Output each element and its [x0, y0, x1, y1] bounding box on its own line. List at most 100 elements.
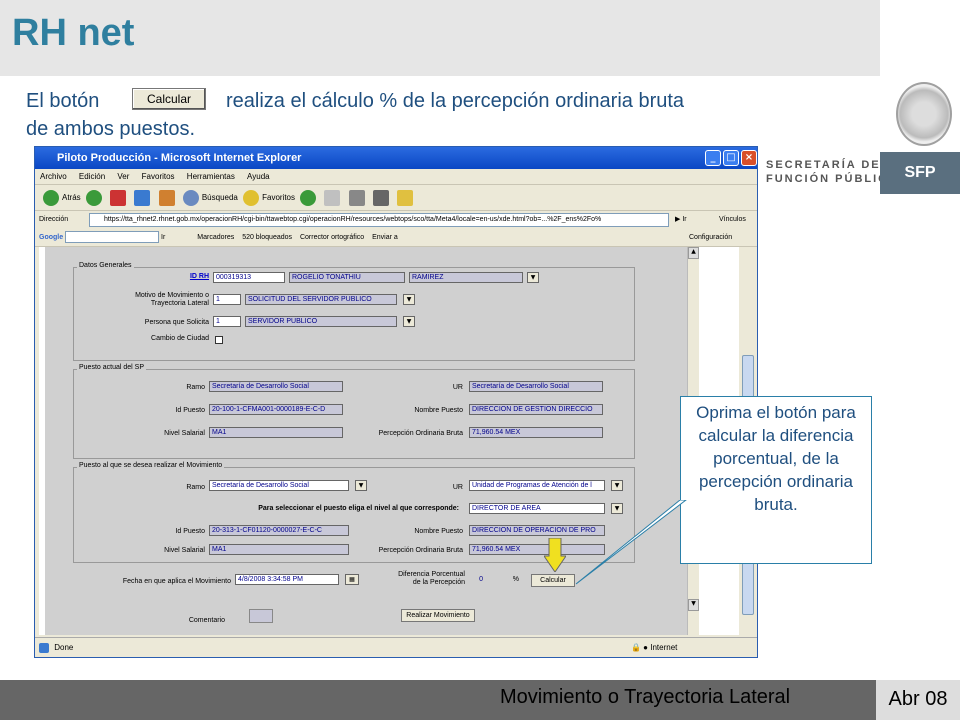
folder-icon[interactable]	[397, 189, 414, 206]
footer-title: Movimiento o Trayectoria Lateral	[500, 686, 791, 709]
status-bar: Done 🔒 ● Internet	[35, 637, 757, 657]
motivo-dropdown[interactable]: ▼	[403, 294, 415, 305]
deseado-id-field[interactable]: 20-313-1-CF01120-0000027-E-C-C	[209, 525, 349, 536]
deseado-nivel-field[interactable]: MA1	[209, 544, 349, 555]
links-label[interactable]: Vínculos	[719, 211, 746, 229]
close-icon[interactable]: ×	[741, 150, 757, 166]
menu-edicion[interactable]: Edición	[79, 172, 105, 181]
corrector[interactable]: Corrector ortográfico	[300, 234, 364, 241]
comentario-label: Comentario	[188, 617, 225, 624]
intro-part2: realiza el cálculo % de la percepción or…	[226, 90, 685, 112]
actual-id-field[interactable]: 20-100-1-CFMA001-0000189-E-C-D	[209, 404, 343, 415]
actual-ramo-label: Ramo	[186, 384, 205, 391]
print-icon[interactable]	[348, 189, 365, 206]
address-input[interactable]: https://tta_rhnet2.rhnet.gob.mx/operacio…	[89, 213, 669, 227]
diferencia-label-2: de la Percepción	[412, 579, 465, 586]
callout-box: Oprima el botón para calcular la diferen…	[680, 396, 872, 564]
diferencia-label-1: Diferencia Porcentual	[398, 571, 465, 578]
scroll-up-icon[interactable]: ▲	[688, 247, 699, 259]
menu-archivo[interactable]: Archivo	[40, 172, 67, 181]
search-icon[interactable]	[182, 189, 199, 206]
favorites-label[interactable]: Favoritos	[262, 193, 295, 202]
actual-nombre-field[interactable]: DIRECCION DE GESTION DIRECCIO	[469, 404, 603, 415]
stop-icon[interactable]	[110, 189, 127, 206]
status-text: Done	[54, 643, 74, 652]
actual-ramo-field[interactable]: Secretaría de Desarrollo Social	[209, 381, 343, 392]
diferencia-value: 0	[479, 576, 483, 583]
arrow-down-icon	[544, 538, 566, 572]
cambio-ciudad-checkbox[interactable]	[215, 336, 223, 344]
menu-favoritos[interactable]: Favoritos	[142, 172, 175, 181]
deseado-ur-dropdown[interactable]: ▼	[611, 480, 623, 491]
actual-perc-field[interactable]: 71,960.54 MEX	[469, 427, 603, 438]
selector-label: Para seleccionar el puesto eliga el nive…	[258, 505, 459, 512]
deseado-perc-label: Percepción Ordinaria Bruta	[378, 547, 463, 554]
persona-field[interactable]: SERVIDOR PUBLICO	[245, 316, 397, 327]
actual-ur-label: UR	[452, 384, 463, 391]
fecha-field[interactable]: 4/8/2008 3:34:58 PM	[235, 574, 339, 585]
id-rh-dropdown[interactable]: ▼	[527, 272, 539, 283]
actual-nivel-field[interactable]: MA1	[209, 427, 343, 438]
browser-title: Piloto Producción - Microsoft Internet E…	[35, 147, 757, 169]
go-button[interactable]: ▶ Ir	[675, 211, 687, 229]
search-label[interactable]: Búsqueda	[202, 193, 238, 202]
deseado-ramo-label: Ramo	[186, 484, 205, 491]
persona-dropdown[interactable]: ▼	[403, 316, 415, 327]
nombre-field[interactable]: ROGELIO TONATHIU	[289, 272, 405, 283]
history-icon[interactable]	[300, 189, 317, 206]
deseado-nombre-label: Nombre Puesto	[414, 528, 463, 535]
deseado-nivel-label: Nivel Salarial	[164, 547, 205, 554]
bloqueados[interactable]: 520 bloqueados	[242, 234, 292, 241]
toolbar: Atrás Búsqueda Favoritos	[35, 185, 757, 211]
actual-ur-field[interactable]: Secretaría de Desarrollo Social	[469, 381, 603, 392]
enviar-a[interactable]: Enviar a	[372, 234, 398, 241]
menu-bar: Archivo Edición Ver Favoritos Herramient…	[35, 169, 757, 185]
calendar-icon[interactable]: ▦	[345, 574, 359, 585]
refresh-icon[interactable]	[134, 189, 151, 206]
minimize-icon[interactable]: _	[705, 150, 721, 166]
home-icon[interactable]	[158, 189, 175, 206]
realizar-movimiento-button[interactable]: Realizar Movimiento	[401, 609, 475, 622]
zone-indicator: 🔒 ● Internet	[631, 643, 678, 652]
id-rh-link[interactable]: ID RH	[141, 273, 209, 280]
google-ir[interactable]: Ir	[161, 234, 165, 241]
marcadores[interactable]: Marcadores	[197, 234, 234, 241]
persona-label: Persona que Solicita	[144, 319, 209, 326]
intro-calcular-button: Calcular	[132, 88, 206, 110]
footer-bar	[0, 680, 960, 720]
sfp-logo: SFP	[880, 152, 960, 194]
menu-ver[interactable]: Ver	[117, 172, 129, 181]
diferencia-label: Diferencia Porcentual de la Percepción	[385, 571, 465, 587]
deseado-ur-label: UR	[452, 484, 463, 491]
address-label: Dirección	[39, 216, 69, 223]
persona-code-field[interactable]: 1	[213, 316, 241, 327]
id-rh-field[interactable]: 000319313	[213, 272, 285, 283]
motivo-code-field[interactable]: 1	[213, 294, 241, 305]
datos-generales-legend: Datos Generales	[77, 262, 134, 269]
mail-icon[interactable]	[324, 189, 341, 206]
back-label[interactable]: Atrás	[62, 193, 81, 202]
deseado-ur-field[interactable]: Unidad de Programas de Atención de l	[469, 480, 605, 491]
edit-icon[interactable]	[372, 189, 389, 206]
google-logo: Google	[39, 234, 64, 241]
comentario-field[interactable]	[249, 609, 273, 623]
apellido-field[interactable]: RAMIREZ	[409, 272, 523, 283]
favorites-icon[interactable]	[243, 189, 260, 206]
footer-date: Abr 08	[876, 680, 960, 720]
actual-nivel-label: Nivel Salarial	[164, 430, 205, 437]
maximize-icon[interactable]: □	[723, 150, 739, 166]
back-icon[interactable]	[43, 189, 59, 206]
menu-ayuda[interactable]: Ayuda	[247, 172, 270, 181]
motivo-field[interactable]: SOLICITUD DEL SERVIDOR PUBLICO	[245, 294, 397, 305]
menu-herramientas[interactable]: Herramientas	[187, 172, 235, 181]
intro-line2: de ambos puestos.	[26, 118, 195, 140]
fecha-label: Fecha en que aplica el Movimiento	[122, 578, 231, 585]
google-search-input[interactable]	[65, 231, 160, 244]
scroll-down-icon[interactable]: ▼	[688, 599, 699, 611]
forward-icon[interactable]	[85, 189, 102, 206]
configuracion[interactable]: Configuración	[689, 229, 732, 247]
intro-part1: El botón	[26, 90, 100, 112]
deseado-ramo-field[interactable]: Secretaría de Desarrollo Social	[209, 480, 349, 491]
motivo-label: Motivo de Movimiento o Trayectoria Later…	[135, 292, 209, 307]
slide-title: RH net	[12, 12, 135, 54]
